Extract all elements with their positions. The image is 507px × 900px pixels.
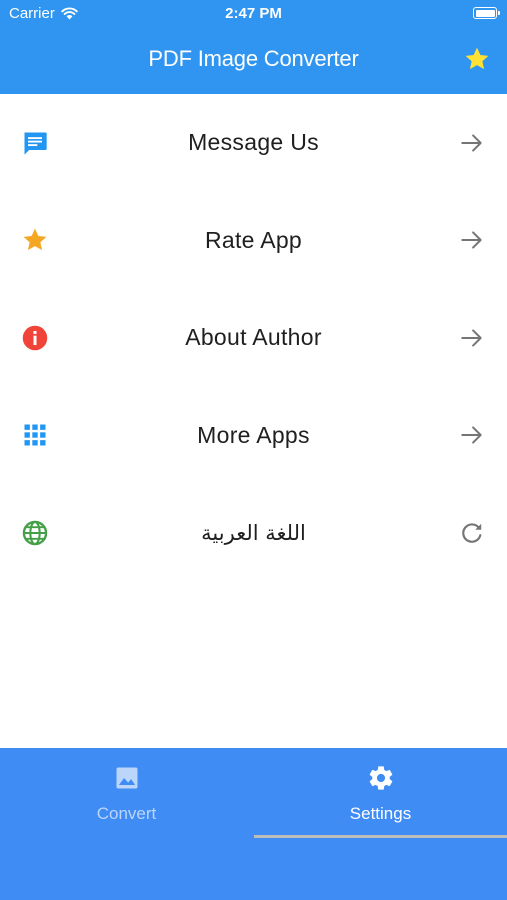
gear-icon [367,764,395,792]
arrow-right-icon [459,227,485,253]
info-icon [21,324,49,352]
status-bar: Carrier 2:47 PM [0,0,507,28]
favorite-button[interactable] [463,45,491,73]
grid-icon [21,421,49,449]
page-title: PDF Image Converter [148,46,359,71]
settings-list: Message Us Rate App About Author More Ap… [0,94,507,582]
settings-item-rate-app[interactable]: Rate App [0,192,507,290]
settings-item-label: More Apps [197,421,310,448]
globe-icon [21,519,49,547]
bottom-tab-bar: Convert Settings [0,748,507,900]
settings-item-label: About Author [185,324,322,351]
tab-settings-label: Settings [349,804,412,823]
refresh-icon [459,520,485,546]
settings-item-label: Message Us [188,129,319,156]
arrow-right-icon [459,325,485,351]
settings-item-label: اللغة العربية [201,520,306,545]
tab-convert-label: Convert [96,804,157,823]
app-header: Carrier 2:47 PM PDF Image Converter [0,0,507,94]
battery-icon [473,7,500,19]
tab-convert[interactable]: Convert [0,748,253,840]
star-icon [21,226,49,254]
status-time: 2:47 PM [225,5,282,22]
settings-item-arabic-language[interactable]: اللغة العربية [0,484,507,582]
arrow-right-icon [459,422,485,448]
star-icon [465,47,489,70]
settings-item-message-us[interactable]: Message Us [0,94,507,192]
image-icon [113,764,141,792]
settings-item-about-author[interactable]: About Author [0,289,507,387]
tab-settings[interactable]: Settings [254,748,507,840]
settings-item-more-apps[interactable]: More Apps [0,387,507,485]
chat-bubble-icon [21,129,49,157]
arrow-right-icon [459,130,485,156]
active-tab-indicator [254,835,507,838]
settings-item-label: Rate App [204,226,303,253]
